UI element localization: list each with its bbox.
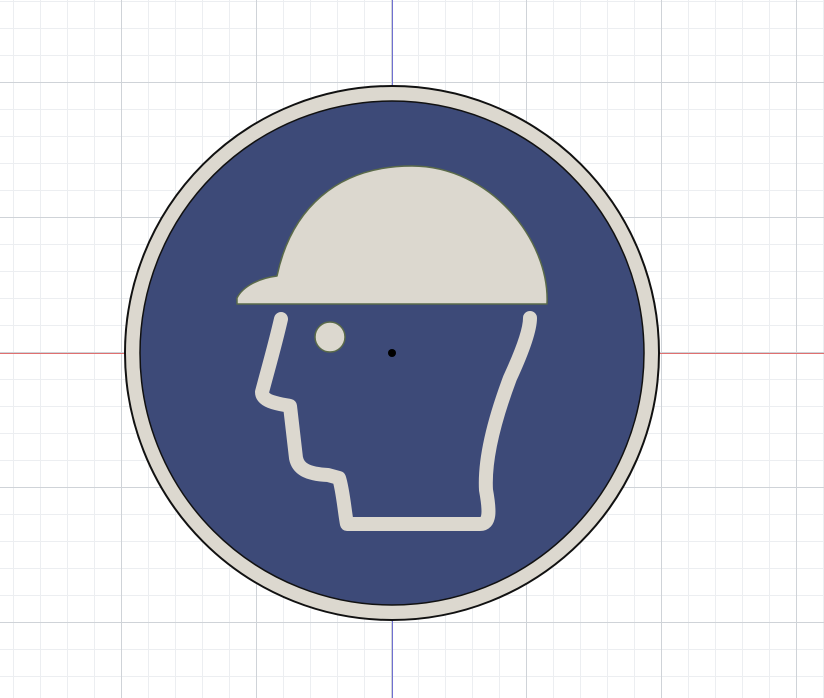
origin-marker <box>388 349 396 357</box>
design-canvas[interactable] <box>0 0 824 698</box>
head-protection-sign[interactable] <box>0 0 824 698</box>
eye-dot <box>314 321 346 353</box>
